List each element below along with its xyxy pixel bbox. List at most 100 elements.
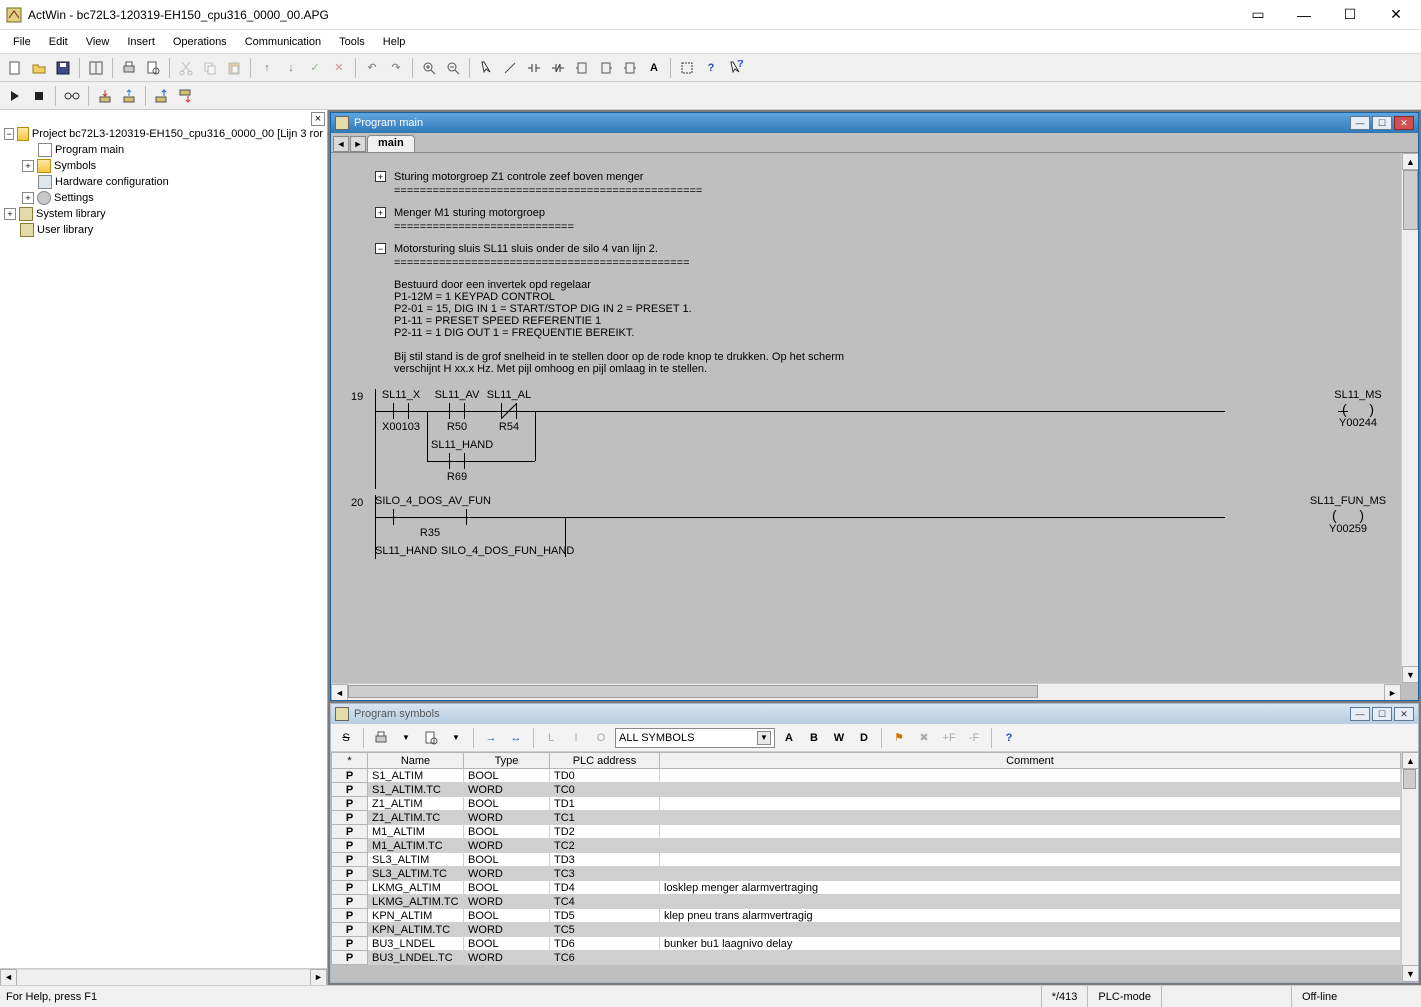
row-comment[interactable] — [660, 923, 1401, 937]
contact-no-icon[interactable] — [523, 57, 545, 79]
menu-insert[interactable]: Insert — [118, 33, 164, 51]
row-addr[interactable]: TC0 — [550, 783, 660, 797]
col-star[interactable]: * — [332, 753, 368, 769]
table-row[interactable]: PZ1_ALTIMBOOLTD1 — [332, 797, 1401, 811]
row-comment[interactable] — [660, 853, 1401, 867]
tab-main[interactable]: main — [367, 135, 415, 152]
row-addr[interactable]: TD6 — [550, 937, 660, 951]
ladder-vscrollbar[interactable]: ▲ ▼ — [1401, 153, 1418, 683]
arrow-up-icon[interactable]: ↑ — [256, 57, 278, 79]
row-type[interactable]: WORD — [464, 783, 550, 797]
menu-view[interactable]: View — [77, 33, 119, 51]
row-type[interactable]: BOOL — [464, 769, 550, 783]
arrow-both-blue-icon[interactable]: ↔ — [505, 727, 527, 749]
play-icon[interactable] — [4, 85, 26, 107]
col-name[interactable]: Name — [368, 753, 464, 769]
subwindow-minimize-icon[interactable]: — — [1350, 707, 1370, 721]
row-comment[interactable] — [660, 797, 1401, 811]
open-file-icon[interactable] — [28, 57, 50, 79]
scroll-down-icon[interactable]: ▼ — [1402, 965, 1418, 982]
row-comment[interactable] — [660, 895, 1401, 909]
table-row[interactable]: PLKMG_ALTIM.TCWORDTC4 — [332, 895, 1401, 909]
scroll-down-icon[interactable]: ▼ — [1402, 666, 1418, 683]
col-comment[interactable]: Comment — [660, 753, 1401, 769]
table-row[interactable]: PS1_ALTIM.TCWORDTC0 — [332, 783, 1401, 797]
row-type[interactable]: WORD — [464, 811, 550, 825]
paste-icon[interactable] — [223, 57, 245, 79]
row-addr[interactable]: TD5 — [550, 909, 660, 923]
filter-O-button[interactable]: O — [590, 727, 612, 749]
table-row[interactable]: PSL3_ALTIM.TCWORDTC3 — [332, 867, 1401, 881]
menu-tools[interactable]: Tools — [330, 33, 374, 51]
row-name[interactable]: BU3_LNDEL.TC — [368, 951, 464, 965]
table-row[interactable]: PS1_ALTIMBOOLTD0 — [332, 769, 1401, 783]
row-type[interactable]: WORD — [464, 867, 550, 881]
row-name[interactable]: LKMG_ALTIM.TC — [368, 895, 464, 909]
menu-file[interactable]: File — [4, 33, 40, 51]
subwindow-titlebar[interactable]: Program main — ☐ ✕ — [331, 113, 1418, 133]
symbols-vscrollbar[interactable]: ▲ ▼ — [1401, 752, 1418, 982]
subwindow-maximize-icon[interactable]: ☐ — [1372, 707, 1392, 721]
flag-plus-icon[interactable]: ⚑ — [888, 727, 910, 749]
table-row[interactable]: PSL3_ALTIMBOOLTD3 — [332, 853, 1401, 867]
row-addr[interactable]: TD4 — [550, 881, 660, 895]
check-icon[interactable]: ✓ — [304, 57, 326, 79]
scroll-thumb[interactable] — [348, 685, 1038, 698]
scroll-up-icon[interactable]: ▲ — [1402, 752, 1418, 769]
row-type[interactable]: BOOL — [464, 797, 550, 811]
print-preview-icon[interactable] — [420, 727, 442, 749]
row-comment[interactable] — [660, 825, 1401, 839]
menu-operations[interactable]: Operations — [164, 33, 236, 51]
contact-sl11-hand-2[interactable]: SL11_HAND — [375, 545, 437, 557]
row-addr[interactable]: TC5 — [550, 923, 660, 937]
row-name[interactable]: Z1_ALTIM.TC — [368, 811, 464, 825]
block-bracket-left-icon[interactable] — [571, 57, 593, 79]
project-tree[interactable]: −Project bc72L3-120319-EH150_cpu316_0000… — [0, 110, 327, 968]
row-addr[interactable]: TD1 — [550, 797, 660, 811]
context-help-icon[interactable]: ? — [724, 57, 746, 79]
minus-f-icon[interactable]: -F — [963, 727, 985, 749]
window-split-icon[interactable] — [85, 57, 107, 79]
download-icon[interactable] — [94, 85, 116, 107]
coil-sl11-ms[interactable]: SL11_MS () Y00244 — [1328, 389, 1388, 429]
symbol-s-icon[interactable]: S — [335, 727, 357, 749]
tree-expand-icon[interactable]: + — [22, 160, 34, 172]
tree-settings[interactable]: Settings — [54, 192, 94, 204]
row-addr[interactable]: TD2 — [550, 825, 660, 839]
filter-L-button[interactable]: L — [540, 727, 562, 749]
coil-sl11-fun-ms[interactable]: SL11_FUN_MS () Y00259 — [1308, 495, 1388, 535]
dropdown-icon[interactable]: ▼ — [395, 727, 417, 749]
row-type[interactable]: BOOL — [464, 937, 550, 951]
symbols-grid[interactable]: * Name Type PLC address Comment PS1_ALTI… — [331, 752, 1401, 982]
row-comment[interactable] — [660, 811, 1401, 825]
table-row[interactable]: PKPN_ALTIMBOOLTD5klep pneu trans alarmve… — [332, 909, 1401, 923]
dropdown-icon[interactable]: ▼ — [445, 727, 467, 749]
row-addr[interactable]: TC2 — [550, 839, 660, 853]
text-a-icon[interactable]: A — [643, 57, 665, 79]
table-row[interactable]: PKPN_ALTIM.TCWORDTC5 — [332, 923, 1401, 937]
symbol-filter-select[interactable]: ALL SYMBOLS ▼ — [615, 728, 775, 748]
block-both-icon[interactable] — [619, 57, 641, 79]
scroll-right-icon[interactable]: ► — [310, 969, 327, 986]
row-type[interactable]: WORD — [464, 951, 550, 965]
zoom-out-icon[interactable] — [442, 57, 464, 79]
row-comment[interactable] — [660, 839, 1401, 853]
upload-icon[interactable] — [118, 85, 140, 107]
tree-collapse-icon[interactable]: − — [4, 128, 14, 140]
row-comment[interactable] — [660, 783, 1401, 797]
menu-help[interactable]: Help — [374, 33, 415, 51]
print-preview-icon[interactable] — [142, 57, 164, 79]
rung-expand-icon[interactable]: + — [375, 207, 386, 218]
panel-close-icon[interactable]: × — [311, 112, 325, 126]
titlebar-extra-button[interactable]: ▭ — [1235, 0, 1281, 30]
zoom-in-icon[interactable] — [418, 57, 440, 79]
sort-desc-icon[interactable] — [175, 85, 197, 107]
row-addr[interactable]: TD0 — [550, 769, 660, 783]
row-name[interactable]: M1_ALTIM.TC — [368, 839, 464, 853]
ladder-editor[interactable]: +Sturing motorgroep Z1 controle zeef bov… — [331, 153, 1418, 700]
subwindow-close-icon[interactable]: ✕ — [1394, 116, 1414, 130]
tree-hw-config[interactable]: Hardware configuration — [55, 176, 169, 188]
type-B-button[interactable]: B — [803, 727, 825, 749]
row-type[interactable]: BOOL — [464, 881, 550, 895]
close-button[interactable]: ✕ — [1373, 0, 1419, 30]
